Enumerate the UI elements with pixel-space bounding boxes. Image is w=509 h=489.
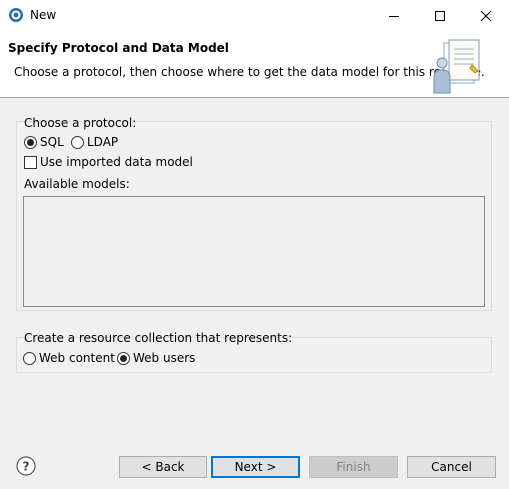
title-bar: New: [0, 0, 509, 31]
back-button[interactable]: < Back: [119, 456, 207, 478]
page-description: Choose a protocol, then choose where to …: [14, 65, 485, 79]
wizard-person-document-graphic: [430, 35, 486, 95]
minimize-icon: [389, 16, 399, 17]
imported-model-checkbox[interactable]: [24, 156, 37, 169]
svg-text:?: ?: [23, 460, 30, 474]
eclipse-icon: [8, 7, 24, 23]
collection-label: Create a resource collection that repres…: [24, 331, 293, 345]
close-button[interactable]: [463, 0, 509, 31]
maximize-button[interactable]: [417, 0, 463, 31]
close-icon: [480, 10, 492, 22]
ldap-radio[interactable]: [71, 136, 84, 149]
minimize-button[interactable]: [371, 0, 417, 31]
maximize-icon: [435, 11, 445, 21]
available-models-list[interactable]: [23, 196, 485, 307]
finish-button[interactable]: Finish: [309, 456, 398, 478]
page-title: Specify Protocol and Data Model: [8, 41, 229, 55]
help-icon[interactable]: ?: [16, 456, 36, 476]
web-users-radio[interactable]: [117, 352, 130, 365]
window-title: New: [30, 8, 57, 22]
sql-radio[interactable]: [24, 136, 37, 149]
cancel-button[interactable]: Cancel: [407, 456, 496, 478]
protocol-label: Choose a protocol:: [24, 116, 137, 130]
web-content-label[interactable]: Web content: [39, 351, 115, 365]
wizard-header: Specify Protocol and Data Model Choose a…: [0, 31, 509, 98]
available-models-label: Available models:: [24, 177, 130, 191]
sql-radio-label[interactable]: SQL: [40, 135, 64, 149]
web-content-radio[interactable]: [23, 352, 36, 365]
web-users-label[interactable]: Web users: [133, 351, 195, 365]
imported-model-label[interactable]: Use imported data model: [40, 155, 193, 169]
ldap-radio-label[interactable]: LDAP: [87, 135, 118, 149]
next-button[interactable]: Next >: [211, 456, 300, 478]
